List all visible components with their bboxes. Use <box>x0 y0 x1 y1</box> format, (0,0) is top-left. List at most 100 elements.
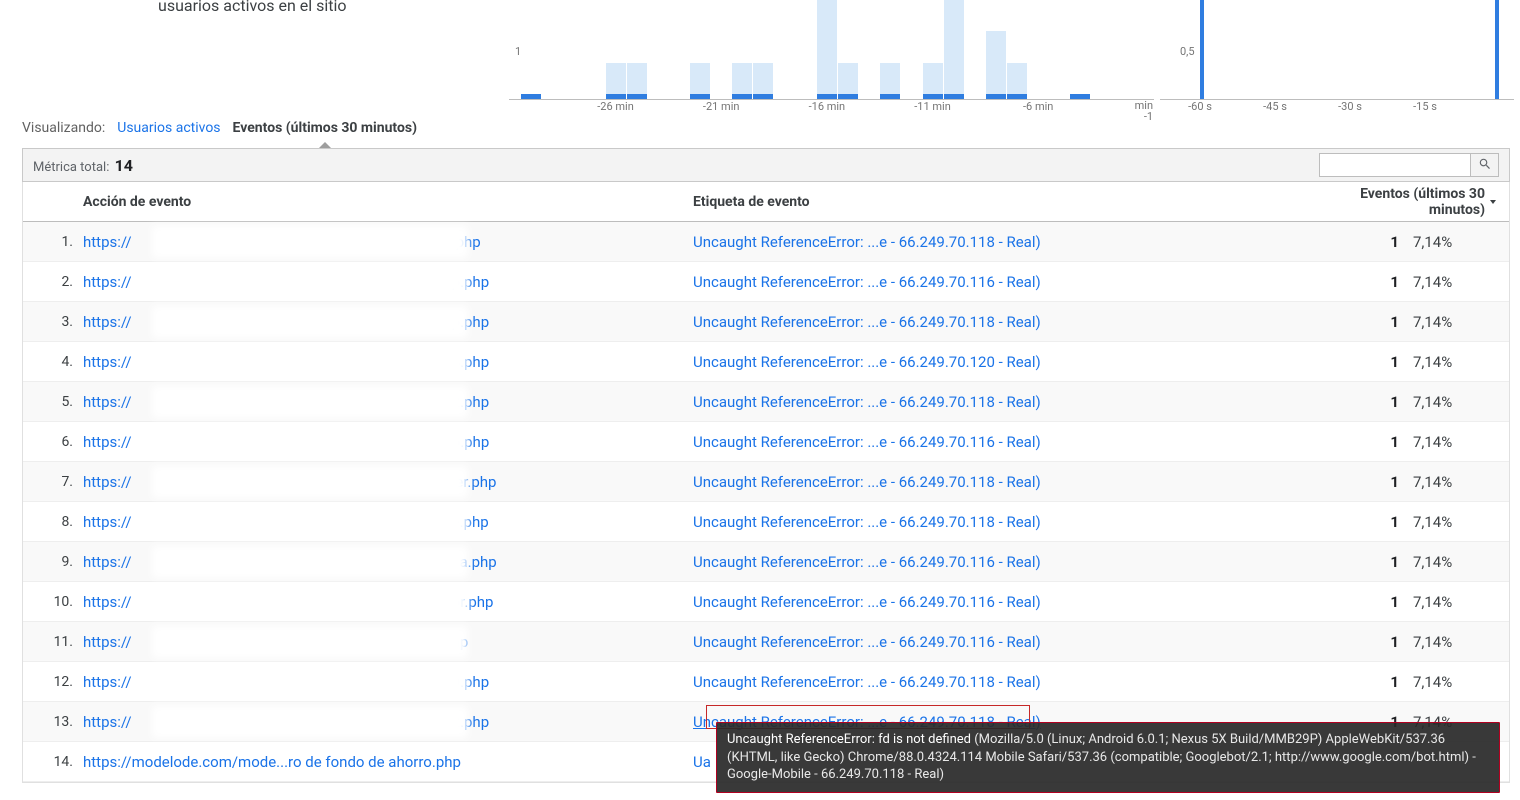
col-header-count[interactable]: Eventos (últimos 30 minutos) <box>1349 186 1509 218</box>
search-button[interactable] <box>1470 154 1498 176</box>
event-percent: 7,14% <box>1413 633 1509 651</box>
chart-xtick: -45 s <box>1263 100 1287 113</box>
event-count: 1 <box>1349 393 1413 411</box>
row-index: 7. <box>23 474 83 490</box>
event-percent: 7,14% <box>1413 553 1509 571</box>
row-index: 10. <box>23 594 83 610</box>
row-index: 1. <box>23 234 83 250</box>
row-index: 13. <box>23 714 83 730</box>
chart-minute-bar <box>627 63 647 100</box>
event-percent: 7,14% <box>1413 593 1509 611</box>
chart-xtick: -60 s <box>1188 100 1212 113</box>
chart-minute-bar <box>838 63 858 100</box>
event-label-link[interactable]: Uncaught ReferenceError: ...e - 66.249.7… <box>693 553 1349 571</box>
chart-minute-bar <box>923 63 943 100</box>
event-percent: 7,14% <box>1413 273 1509 291</box>
event-percent: 7,14% <box>1413 433 1509 451</box>
page-subtitle: usuarios activos en el sitio <box>158 0 346 15</box>
event-count: 1 <box>1349 433 1413 451</box>
event-count: 1 <box>1349 473 1413 491</box>
chart-minute-bar <box>732 63 752 100</box>
col-header-label[interactable]: Etiqueta de evento <box>693 194 1349 210</box>
metric-total: Métrica total: 14 <box>33 156 133 175</box>
event-count: 1 <box>1349 353 1413 371</box>
event-count: 1 <box>1349 593 1413 611</box>
table-header: Acción de evento Etiqueta de evento Even… <box>23 182 1509 222</box>
event-label-link[interactable]: Uncaught ReferenceError: ...e - 66.249.7… <box>693 313 1349 331</box>
row-index: 6. <box>23 434 83 450</box>
event-count: 1 <box>1349 273 1413 291</box>
chart-xtick: -26 min <box>597 100 634 113</box>
chart-xtick: -15 s <box>1413 100 1437 113</box>
event-percent: 7,14% <box>1413 473 1509 491</box>
viewing-label: Visualizando: <box>22 120 105 136</box>
event-count: 1 <box>1349 233 1413 251</box>
table-row: 14.https://modelode.com/mode...ro de fon… <box>23 742 1509 782</box>
tab-active-users[interactable]: Usuarios activos <box>117 120 220 136</box>
row-index: 3. <box>23 314 83 330</box>
event-label-link[interactable]: Uncaught ReferenceError: ...e - 66.249.7… <box>693 273 1349 291</box>
event-count: 1 <box>1349 513 1413 531</box>
tab-events[interactable]: Eventos (últimos 30 minutos) <box>233 120 417 136</box>
event-label-link[interactable]: Uncaught ReferenceError: ...e - 66.249.7… <box>693 473 1349 491</box>
chart-minute-bar <box>944 0 964 100</box>
chart-second-ytick: 0,5 <box>1180 45 1195 58</box>
chart-second-bar <box>1495 0 1499 100</box>
event-label-link[interactable]: Uncaught ReferenceError: ...e - 66.249.7… <box>693 353 1349 371</box>
row-index: 5. <box>23 394 83 410</box>
event-count: 1 <box>1349 633 1413 651</box>
event-percent: 7,14% <box>1413 713 1509 731</box>
event-percent: 7,14% <box>1413 513 1509 531</box>
event-percent: 7,14% <box>1413 313 1509 331</box>
row-index: 4. <box>23 354 83 370</box>
event-label-link[interactable]: Uncaught ReferenceError: ...e - 66.249.7… <box>693 233 1349 251</box>
event-label-link[interactable]: Uncaught ReferenceError: ...e - 66.249.7… <box>693 513 1349 531</box>
event-label-link[interactable]: Uncaught ReferenceError: ...e - 66.249.7… <box>693 433 1349 451</box>
chart-xtick: min -1 <box>1135 100 1153 122</box>
event-label-link[interactable]: Uncaught ReferenceError: ...e - 66.249.7… <box>693 593 1349 611</box>
chart-minute-bar <box>880 63 900 100</box>
chart-minute-bar <box>986 31 1006 100</box>
row-index: 11. <box>23 634 83 650</box>
charts-row: 1 -26 min-21 min-16 min-11 min-6 minmin … <box>508 0 1514 100</box>
event-label-link[interactable]: Uncaught ReferenceError: ...e - 66.249.7… <box>693 713 1349 731</box>
chart-xtick: -6 min <box>1023 100 1053 113</box>
viewing-tabs: Visualizando: Usuarios activos Eventos (… <box>22 120 417 136</box>
chart-xtick: -11 min <box>914 100 951 113</box>
event-label-link[interactable]: Uncaught ReferenceError: ...e - 66.249.7… <box>693 673 1349 691</box>
chart-minute-bar <box>753 63 773 100</box>
event-percent: 7,14% <box>1413 673 1509 691</box>
event-label-link[interactable]: Uncaught ReferenceError: ...e - 66.249.7… <box>693 393 1349 411</box>
row-index: 14. <box>23 754 83 770</box>
row-index: 12. <box>23 674 83 690</box>
chart-minute-bar <box>1007 63 1027 100</box>
event-label-link[interactable]: Uncaught ReferenceError: ...e - 66.249.7… <box>693 633 1349 651</box>
event-action-link[interactable]: https://modelode.com/mode...ro de fondo … <box>83 753 693 771</box>
search-icon <box>1478 157 1492 174</box>
chart-minute-bar <box>606 63 626 100</box>
metric-bar: Métrica total: 14 <box>22 148 1510 182</box>
row-index: 8. <box>23 514 83 530</box>
col-header-action[interactable]: Acción de evento <box>83 194 693 210</box>
search-input[interactable] <box>1320 154 1470 176</box>
event-count: 1 <box>1349 553 1413 571</box>
table-search[interactable] <box>1319 153 1499 177</box>
chart-xtick: -30 s <box>1338 100 1362 113</box>
sort-desc-icon <box>1487 194 1499 210</box>
chart-second: 0,5 -60 s-45 s-30 s-15 s <box>1160 0 1514 100</box>
event-label-link[interactable]: Ua <box>693 753 1349 771</box>
event-percent: 7,14% <box>1413 353 1509 371</box>
chart-minute: 1 -26 min-21 min-16 min-11 min-6 minmin … <box>508 0 1154 100</box>
chart-second-bar <box>1200 0 1204 100</box>
row-index: 2. <box>23 274 83 290</box>
chart-xtick: -16 min <box>809 100 846 113</box>
row-index: 9. <box>23 554 83 570</box>
chart-minute-bar <box>690 63 710 100</box>
event-count: 1 <box>1349 673 1413 691</box>
event-count: 1 <box>1349 313 1413 331</box>
event-count: 1 <box>1349 713 1413 731</box>
event-percent: 7,14% <box>1413 393 1509 411</box>
chart-xtick: -21 min <box>703 100 740 113</box>
chart-minute-bar <box>817 0 837 100</box>
event-percent: 7,14% <box>1413 233 1509 251</box>
